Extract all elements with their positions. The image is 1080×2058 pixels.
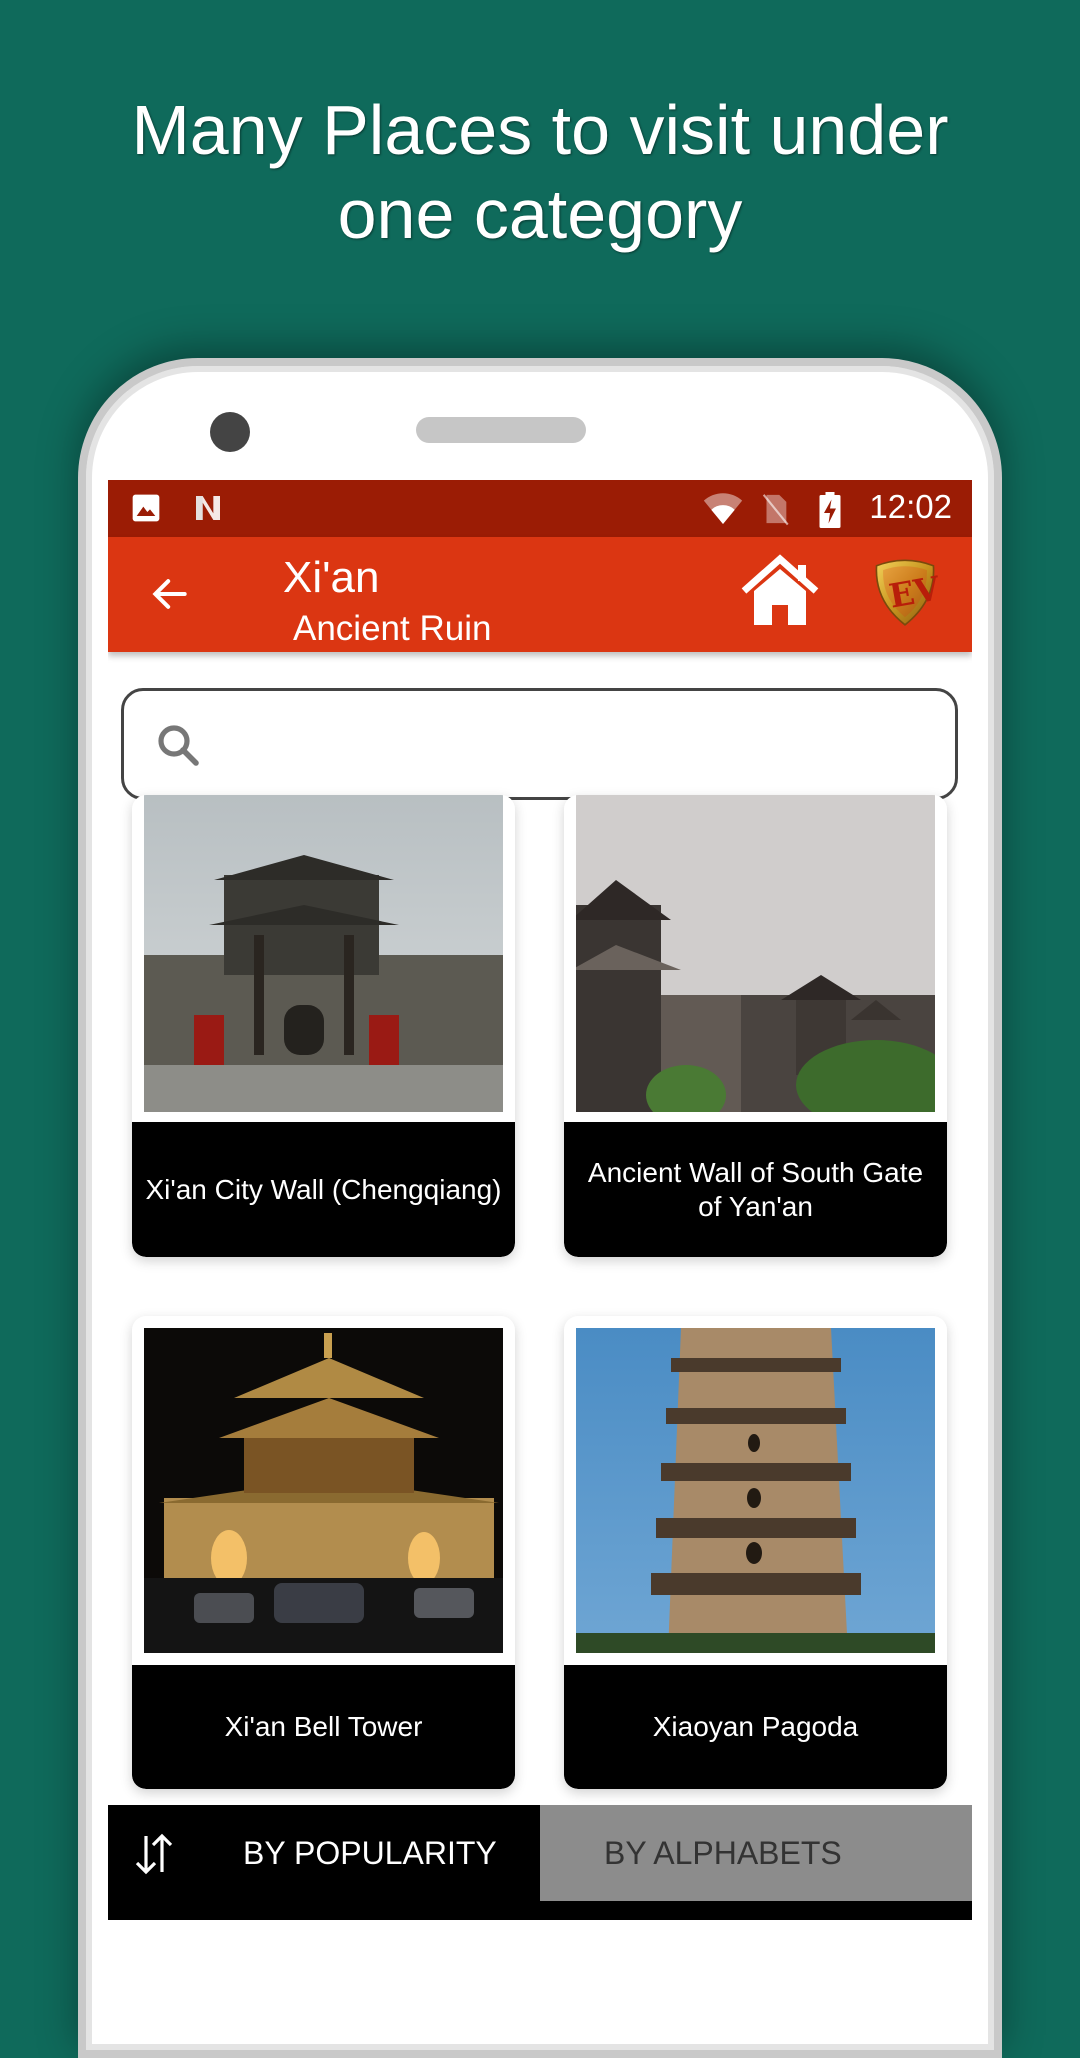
earpiece-speaker [416,417,586,443]
place-card[interactable]: Xi'an City Wall (Chengqiang) [132,795,515,1257]
tab-by-alphabets[interactable]: BY ALPHABETS [540,1805,972,1901]
place-card[interactable]: Ancient Wall of South Gate of Yan'an [564,795,947,1257]
front-camera [210,412,250,452]
svg-text:EV: EV [886,568,939,615]
headline-line-1: Many Places to visit under [131,91,949,169]
tab-label: BY POPULARITY [243,1835,497,1871]
promo-headline: Many Places to visit under one category [0,88,1080,256]
status-bar: 12:02 [108,480,972,537]
app-screen: 12:02 Xi'an Ancient Ruin EV Xi'an City W… [108,480,972,1920]
home-icon[interactable] [740,553,820,629]
tab-by-popularity[interactable]: BY POPULARITY [108,1805,540,1901]
search-input[interactable] [214,711,938,779]
no-sim-icon [762,494,789,526]
tab-label: BY ALPHABETS [604,1835,842,1871]
pagoda-photo [576,1328,935,1653]
place-name: Ancient Wall of South Gate of Yan'an [564,1122,947,1257]
place-name: Xi'an Bell Tower [132,1665,515,1789]
place-card[interactable]: Xi'an Bell Tower [132,1316,515,1789]
battery-charging-icon [819,492,841,528]
page-title: Xi'an [283,553,380,602]
ev-logo-icon[interactable]: EV [871,557,939,627]
south-gate-wall-photo [576,795,935,1112]
image-notification-icon [132,494,160,522]
city-wall-gate-photo [144,795,503,1112]
page-subtitle: Ancient Ruin [293,609,492,648]
n-app-notification-icon [196,496,220,520]
sort-arrows-icon [135,1833,173,1875]
status-time: 12:02 [869,488,952,525]
back-arrow-icon[interactable] [148,572,192,616]
search-bar[interactable] [121,688,958,800]
wifi-icon [703,493,743,524]
bell-tower-night-photo [144,1328,503,1653]
sort-bar: BY POPULARITY BY ALPHABETS [108,1805,972,1920]
place-name: Xi'an City Wall (Chengqiang) [132,1122,515,1257]
place-name: Xiaoyan Pagoda [564,1665,947,1789]
place-card[interactable]: Xiaoyan Pagoda [564,1316,947,1789]
headline-line-2: one category [337,175,743,253]
app-bar: Xi'an Ancient Ruin EV [108,537,972,652]
search-icon [158,725,199,766]
